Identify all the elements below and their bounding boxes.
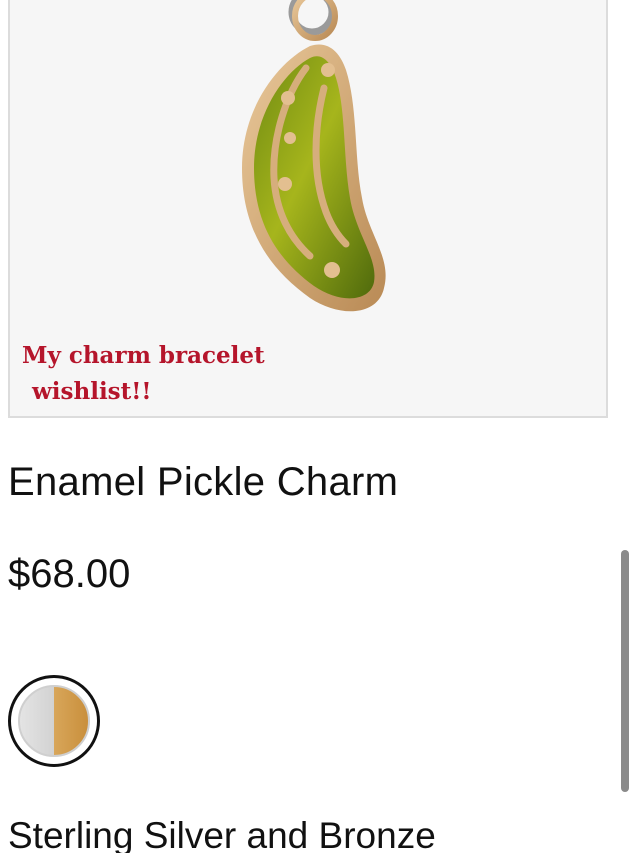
variant-swatch-button[interactable]: [8, 675, 100, 767]
page-scrollbar[interactable]: [621, 550, 629, 792]
caption-line-2: wishlist!!: [32, 378, 152, 405]
silver-bronze-swatch-icon: [18, 685, 90, 757]
variant-name: Sterling Silver and Bronze: [8, 815, 436, 853]
product-image[interactable]: My charm bracelet wishlist!!: [8, 0, 608, 418]
product-title: Enamel Pickle Charm: [8, 460, 399, 504]
product-page: My charm bracelet wishlist!! Enamel Pick…: [0, 0, 640, 853]
product-price: $68.00: [8, 552, 131, 596]
caption-line-1: My charm bracelet: [22, 342, 265, 369]
image-caption: My charm bracelet wishlist!!: [22, 338, 265, 410]
